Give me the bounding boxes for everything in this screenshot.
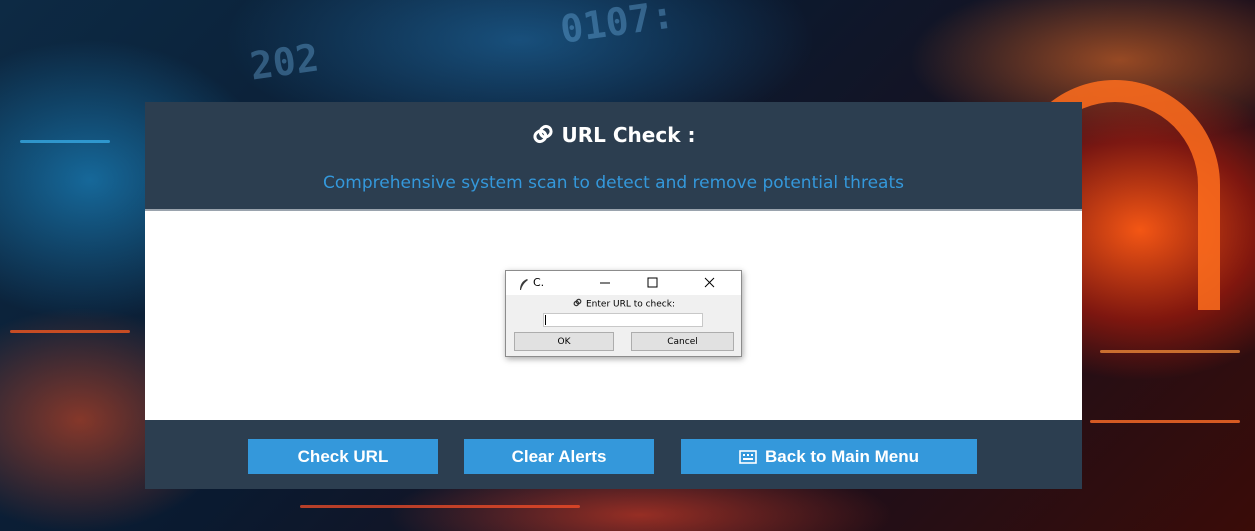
check-url-button[interactable]: Check URL — [248, 439, 438, 474]
header: URL Check : Comprehensive system scan to… — [145, 102, 1082, 210]
clear-alerts-label: Clear Alerts — [511, 446, 607, 466]
keyboard-icon — [739, 449, 757, 465]
link-icon — [532, 123, 554, 150]
background-circuit-line — [1090, 420, 1240, 423]
close-icon[interactable] — [697, 272, 723, 294]
link-icon — [572, 298, 583, 310]
cancel-button[interactable]: Cancel — [631, 332, 734, 351]
enter-url-dialog: C. Enter URL to check: OK Cancel — [505, 270, 742, 357]
background-digits: 202 — [247, 35, 322, 89]
button-bar: Check URL Clear Alerts Back to Main Menu — [145, 419, 1082, 489]
url-input[interactable] — [543, 313, 703, 327]
check-url-label: Check URL — [297, 446, 389, 466]
background-circuit-line — [20, 140, 110, 143]
dialog-title: C. — [533, 276, 545, 289]
dialog-prompt-row: Enter URL to check: — [506, 298, 741, 310]
dialog-prompt: Enter URL to check: — [585, 299, 675, 310]
back-to-main-menu-button[interactable]: Back to Main Menu — [681, 439, 977, 474]
ok-button[interactable]: OK — [514, 332, 614, 351]
background-digits: 0107: — [557, 0, 677, 52]
maximize-icon[interactable] — [639, 272, 665, 294]
ok-label: OK — [557, 336, 571, 347]
background-circuit-line — [10, 330, 130, 333]
clear-alerts-button[interactable]: Clear Alerts — [464, 439, 654, 474]
page-title-row: URL Check : — [145, 123, 1082, 150]
background-circuit-line — [300, 505, 580, 508]
text-caret — [545, 315, 546, 325]
back-to-main-menu-label: Back to Main Menu — [765, 446, 919, 466]
cancel-label: Cancel — [667, 336, 698, 347]
dialog-titlebar[interactable]: C. — [506, 271, 741, 295]
minimize-icon[interactable] — [592, 272, 618, 294]
background-circuit-line — [1100, 350, 1240, 353]
page-subtitle: Comprehensive system scan to detect and … — [323, 173, 904, 193]
page-title: URL Check : — [561, 123, 696, 147]
feather-icon — [518, 276, 529, 295]
